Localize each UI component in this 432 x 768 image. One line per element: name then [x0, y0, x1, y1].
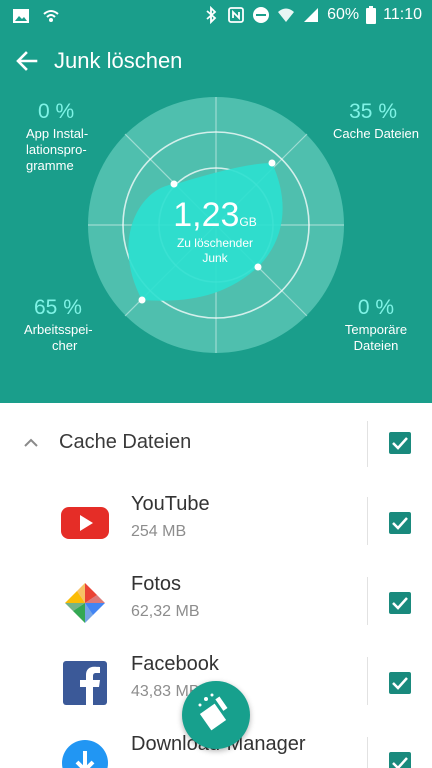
- quadrant-cache-files: 35 % Cache Dateien: [309, 100, 419, 142]
- checkmark-icon: [392, 597, 408, 610]
- item-size: 62,32 MB: [131, 603, 200, 620]
- checkmark-icon: [392, 437, 408, 450]
- youtube-icon: [61, 507, 109, 539]
- quadrant-app-installs: 0 % App Instal- lationspro- gramme: [26, 100, 148, 174]
- quadrant-label-line: cher: [52, 338, 78, 353]
- broom-icon: [198, 693, 228, 731]
- battery-percent: 60%: [327, 6, 360, 23]
- quadrant-label: App Instal- lationspro- gramme: [26, 126, 88, 173]
- quadrant-label-line: Temporäre: [344, 322, 408, 337]
- app-bar: Junk löschen: [0, 34, 432, 90]
- radar-point: [138, 296, 146, 304]
- clean-fab-button[interactable]: [182, 681, 250, 749]
- junk-total-unit: GB: [239, 215, 257, 229]
- item-name: Fotos: [131, 573, 182, 595]
- quadrant-label: Cache Dateien: [333, 126, 419, 141]
- group-checkbox[interactable]: [389, 432, 411, 454]
- quadrant-label: Temporäre Dateien: [345, 322, 407, 353]
- quadrant-percent: 0 %: [357, 296, 395, 319]
- quadrant-label-line: App Instal-: [26, 126, 89, 141]
- quadrant-label-line: gramme: [26, 158, 74, 173]
- item-checkbox[interactable]: [389, 672, 411, 694]
- radar-point: [170, 180, 178, 188]
- signal-icon: [304, 8, 319, 22]
- quadrant-label-line: Dateien: [353, 338, 399, 353]
- item-name: Facebook: [131, 653, 219, 675]
- item-name: YouTube: [131, 493, 210, 515]
- item-size: 254 MB: [131, 523, 187, 540]
- do-not-disturb-icon: [253, 7, 270, 23]
- page-title: Junk löschen: [54, 48, 183, 73]
- divider: [367, 657, 368, 705]
- wifi-hotspot-icon: [43, 10, 59, 22]
- quadrant-percent: 35 %: [349, 100, 397, 123]
- divider: [367, 737, 368, 768]
- checkmark-icon: [392, 757, 408, 768]
- status-time: 11:10: [383, 6, 422, 23]
- divider: [367, 421, 368, 467]
- radar-point: [268, 159, 276, 167]
- quadrant-label-line: Arbeitsspei-: [24, 322, 93, 337]
- nfc-icon: [228, 7, 245, 23]
- junk-total-label: Zu löschender Junk: [150, 236, 280, 266]
- junk-radar-chart: 1,23GB Zu löschender Junk 0 % App Instal…: [0, 90, 432, 403]
- junk-label-line2: Junk: [202, 251, 228, 265]
- item-checkbox[interactable]: [389, 512, 411, 534]
- junk-total: 1,23GB Zu löschender Junk: [150, 198, 280, 266]
- battery-icon: [366, 6, 377, 24]
- arrow-back-icon[interactable]: [14, 48, 40, 74]
- checkmark-icon: [392, 677, 408, 690]
- status-bar: 60% 11:10: [0, 0, 432, 34]
- divider: [367, 577, 368, 625]
- group-header-cache[interactable]: Cache Dateien: [0, 411, 432, 477]
- facebook-icon: [63, 661, 107, 705]
- junk-total-value: 1,23: [173, 196, 240, 234]
- list-item[interactable]: Fotos 62,32 MB: [0, 561, 432, 641]
- image-icon: [13, 9, 29, 23]
- chevron-up-icon[interactable]: [22, 435, 40, 449]
- bluetooth-icon: [206, 6, 217, 24]
- divider: [367, 497, 368, 545]
- item-checkbox[interactable]: [389, 592, 411, 614]
- photos-icon: [65, 583, 105, 623]
- quadrant-label: Arbeitsspei- cher: [24, 322, 93, 353]
- wifi-icon: [278, 8, 295, 22]
- quadrant-percent: 65 %: [34, 296, 82, 319]
- item-checkbox[interactable]: [389, 752, 411, 768]
- junk-label-line1: Zu löschender: [176, 236, 254, 250]
- quadrant-temp-files: 0 % Temporäre Dateien: [336, 296, 416, 354]
- checkmark-icon: [392, 517, 408, 530]
- quadrant-percent: 0 %: [38, 100, 75, 123]
- group-label: Cache Dateien: [59, 431, 192, 453]
- download-icon: [62, 740, 108, 768]
- quadrant-memory: 65 % Arbeitsspei- cher: [24, 296, 124, 354]
- list-item[interactable]: YouTube 254 MB: [0, 481, 432, 561]
- quadrant-label-line: lationspro-: [26, 142, 87, 157]
